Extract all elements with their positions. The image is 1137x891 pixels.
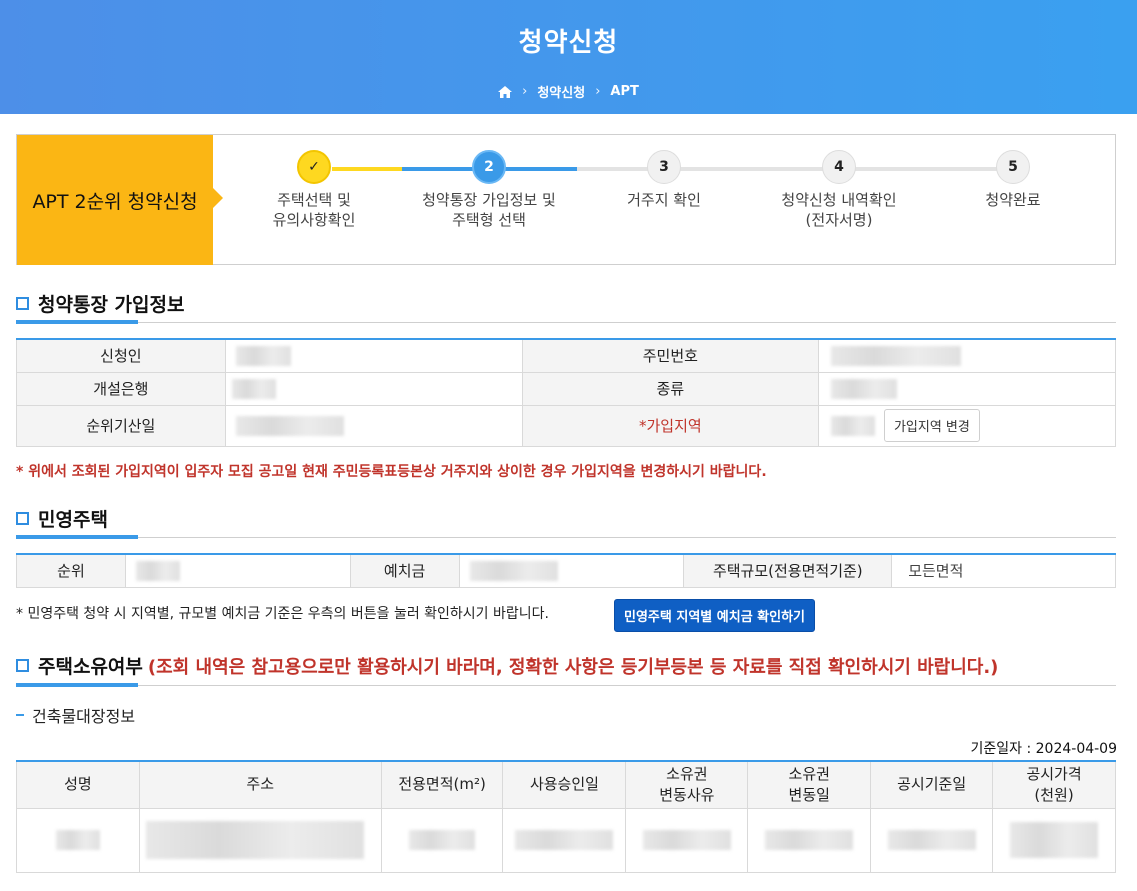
region-label: *가입지역 — [521, 404, 820, 447]
section-title-private: 민영주택 — [16, 505, 108, 532]
rrn-label: 주민번호 — [521, 338, 820, 373]
section-title-ownership: 주택소유여부 (조회 내역은 참고용으로만 활용하시기 바라며, 정확한 사항은… — [16, 652, 998, 679]
step-progress: APT 2순위 청약신청 ✓ 2 3 4 5 주택선택 및 유의사항확인 청약통장… — [16, 134, 1116, 265]
step-5-number: 5 — [996, 150, 1030, 184]
breadcrumb: › 청약신청 › APT — [0, 82, 1137, 101]
page-header: 청약신청 › 청약신청 › APT — [0, 0, 1137, 114]
rank-date-label: 순위기산일 — [16, 404, 226, 447]
step-2-number: 2 — [472, 150, 506, 184]
housing-size-label: 주택규모(전용면적기준) — [683, 553, 893, 588]
progress-track-current-right — [505, 167, 577, 171]
progress-track-remaining — [577, 167, 1002, 171]
deposit-label: 예치금 — [349, 553, 460, 588]
region-value: 가입지역 변경 — [818, 404, 1116, 447]
chevron-right-icon: › — [522, 84, 528, 99]
section-divider — [16, 535, 1116, 539]
dash-bullet-icon — [16, 714, 24, 716]
step-4-number: 4 — [822, 150, 856, 184]
step-3-number: 3 — [647, 150, 681, 184]
step-box-label: APT 2순위 청약신청 — [17, 135, 223, 265]
home-icon[interactable] — [498, 85, 513, 98]
account-type-value — [818, 371, 1116, 406]
account-info-table: 신청인 주민번호 개설은행 종류 순위기산일 *가입지역 가입지역 변경 — [16, 338, 1116, 447]
section-divider — [16, 683, 1116, 687]
housing-size-value: 모든면적 — [891, 553, 1116, 588]
step-1-check-icon: ✓ — [297, 150, 331, 184]
rank-label: 순위 — [16, 553, 126, 588]
square-bullet-icon — [16, 659, 29, 672]
rank-value — [124, 553, 351, 588]
column-header-notice-price: 공시가격 (천원) — [992, 760, 1116, 809]
base-date: 기준일자 : 2024-04-09 — [970, 741, 1118, 757]
progress-track-done — [332, 167, 402, 171]
column-header-address: 주소 — [138, 760, 382, 809]
breadcrumb-item-apt[interactable]: APT — [610, 84, 638, 99]
page-title: 청약신청 — [518, 28, 619, 58]
deposit-notice: * 민영주택 청약 시 지역별, 규모별 예치금 기준은 우측의 버튼을 눌러 … — [16, 606, 549, 622]
deposit-check-button[interactable]: 민영주택 지역별 예치금 확인하기 — [614, 599, 816, 632]
section-title-account: 청약통장 가입정보 — [16, 290, 184, 317]
section-divider — [16, 320, 1116, 324]
column-header-area: 전용면적(m²) — [380, 760, 504, 809]
bank-value — [224, 371, 523, 406]
building-register-table: 성명 주소 전용면적(m²) 사용승인일 소유권 변동사유 소유권 변동일 공시기준… — [16, 760, 1116, 873]
region-notice: * 위에서 조회된 가입지역이 입주자 모집 공고일 현재 주민등록표등본상 거… — [16, 464, 767, 480]
rank-date-value — [224, 404, 523, 447]
rrn-value — [818, 338, 1116, 373]
column-header-ownership-reason: 소유권 변동사유 — [625, 760, 749, 809]
applicant-value — [224, 338, 523, 373]
applicant-label: 신청인 — [16, 338, 226, 373]
bank-label: 개설은행 — [16, 371, 226, 406]
account-type-label: 종류 — [521, 371, 820, 406]
table-row — [16, 807, 1116, 873]
step-5-label: 청약완료 — [985, 191, 1041, 209]
subsection-title: 건축물대장정보 — [16, 703, 135, 727]
step-2-label: 청약통장 가입정보 및 주택형 선택 — [422, 191, 556, 229]
column-header-ownership-date: 소유권 변동일 — [747, 760, 872, 809]
column-header-approval-date: 사용승인일 — [502, 760, 627, 809]
column-header-notice-date: 공시기준일 — [870, 760, 994, 809]
ownership-note: (조회 내역은 참고용으로만 활용하시기 바라며, 정확한 사항은 등기부등본 … — [147, 656, 999, 678]
square-bullet-icon — [16, 297, 29, 310]
breadcrumb-item-apply[interactable]: 청약신청 — [537, 82, 585, 101]
step-3-label: 거주지 확인 — [627, 191, 701, 209]
square-bullet-icon — [16, 512, 29, 525]
change-region-button[interactable]: 가입지역 변경 — [883, 409, 980, 442]
private-housing-table: 순위 예치금 주택규모(전용면적기준) 모든면적 — [16, 553, 1116, 588]
deposit-value — [458, 553, 685, 588]
step-4-label: 청약신청 내역확인 (전자서명) — [781, 191, 897, 229]
chevron-right-icon: › — [595, 84, 601, 99]
progress-track-current-left — [402, 167, 482, 171]
step-1-label: 주택선택 및 유의사항확인 — [272, 191, 356, 229]
column-header-name: 성명 — [16, 760, 140, 809]
